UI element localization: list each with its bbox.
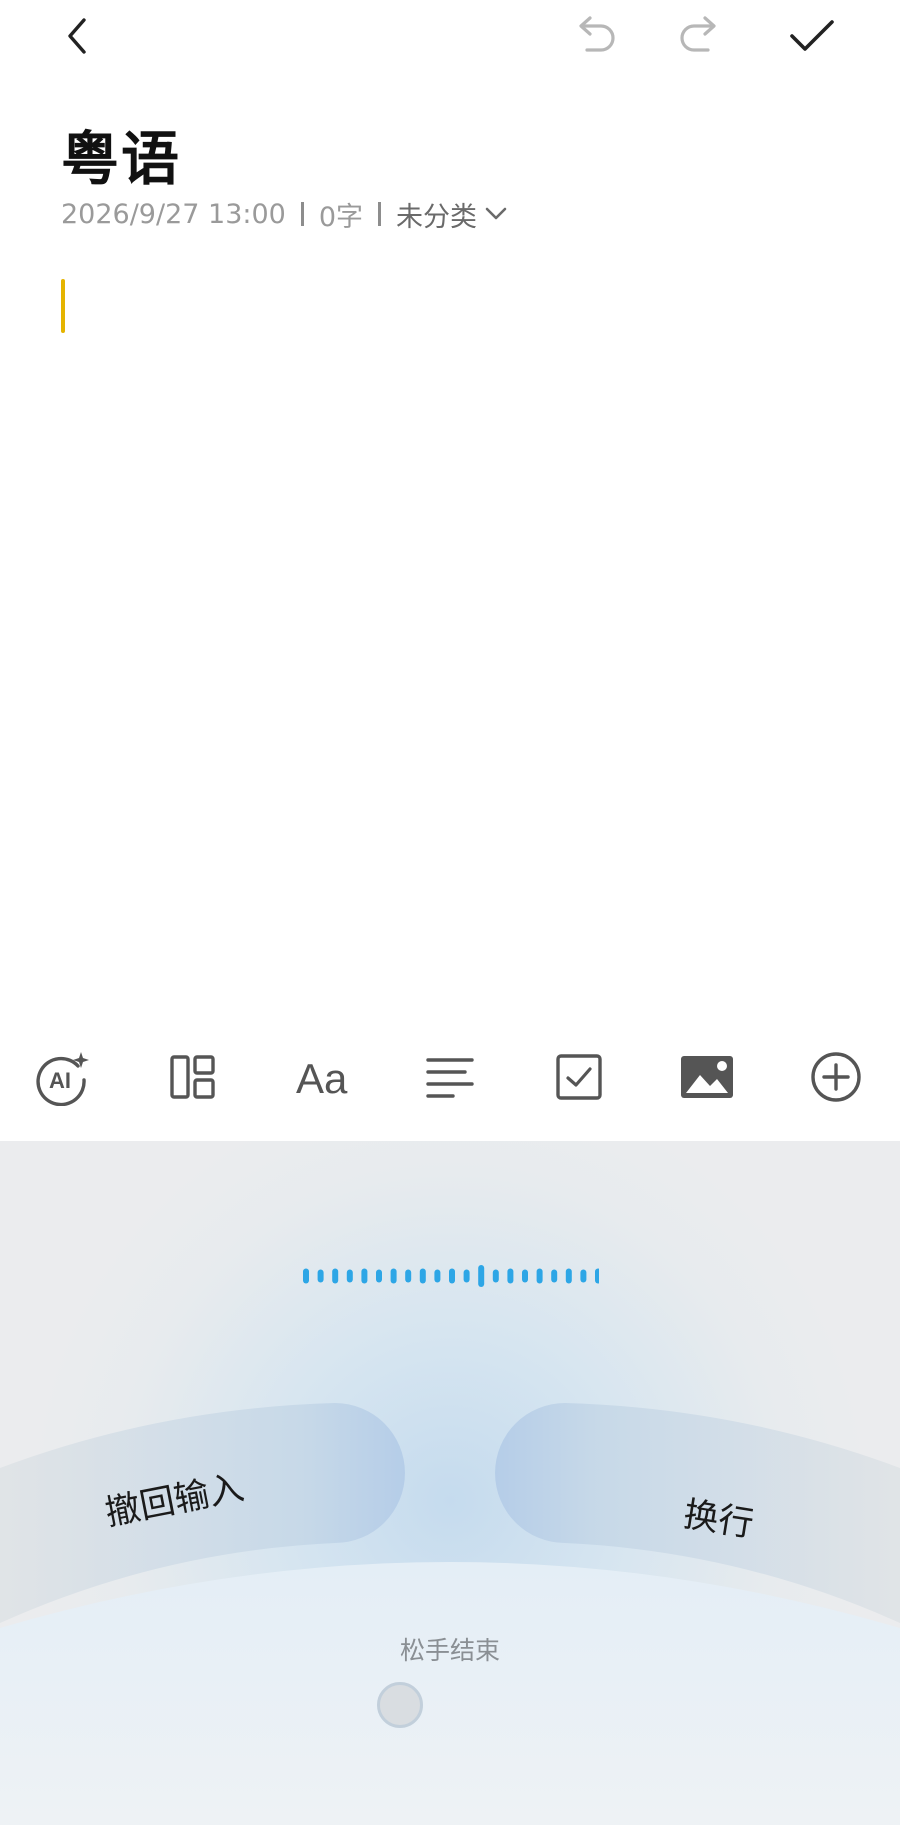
word-count: 0字 bbox=[318, 201, 364, 233]
more-insert-button[interactable] bbox=[803, 1045, 869, 1109]
paragraph-align-button[interactable] bbox=[417, 1045, 483, 1109]
font-icon-text: Aa bbox=[296, 1055, 348, 1102]
voice-record-indicator[interactable] bbox=[377, 1682, 423, 1728]
format-toolbar: AI Aa bbox=[0, 1030, 900, 1124]
note-editor-screen: 粤语 2026/9/27 13:00 0字 未分类 AI Aa 撤回输入 换行 … bbox=[0, 0, 900, 1825]
checklist-button[interactable] bbox=[546, 1045, 612, 1109]
done-button[interactable] bbox=[777, 6, 847, 66]
note-datetime: 2026/9/27 13:00 bbox=[61, 198, 286, 230]
waveform-bar bbox=[478, 1265, 485, 1287]
voice-waveform bbox=[303, 1265, 599, 1287]
voice-input-panel: 撤回输入 换行 松手结束 bbox=[0, 1141, 900, 1825]
meta-divider bbox=[300, 202, 304, 226]
waveform-bar bbox=[303, 1268, 309, 1284]
waveform-bar bbox=[346, 1269, 353, 1283]
waveform-bar bbox=[361, 1268, 368, 1284]
category-selector[interactable]: 未分类 bbox=[396, 195, 477, 234]
note-meta: 2026/9/27 13:00 0字 未分类 bbox=[61, 195, 507, 234]
waveform-bar bbox=[580, 1269, 587, 1283]
checkmark-icon bbox=[790, 20, 834, 51]
image-icon bbox=[681, 1056, 733, 1098]
font-format-icon: Aa bbox=[296, 1055, 348, 1102]
waveform-bar bbox=[434, 1269, 441, 1283]
waveform-bar bbox=[536, 1268, 543, 1284]
text-format-button[interactable]: Aa bbox=[289, 1045, 355, 1109]
waveform-bar bbox=[449, 1268, 455, 1284]
note-title[interactable]: 粤语 bbox=[61, 112, 181, 196]
insert-image-button[interactable] bbox=[674, 1045, 740, 1109]
waveform-bar bbox=[595, 1268, 599, 1284]
meta-divider bbox=[378, 202, 382, 226]
redo-button[interactable] bbox=[666, 6, 736, 66]
checkbox-icon bbox=[556, 1054, 602, 1100]
layout-button[interactable] bbox=[160, 1045, 226, 1109]
note-body-editor[interactable] bbox=[40, 260, 860, 1000]
ai-icon-text: AI bbox=[49, 1068, 71, 1093]
waveform-bar bbox=[376, 1269, 382, 1283]
waveform-bar bbox=[405, 1269, 412, 1283]
bottom-dome bbox=[0, 1562, 900, 1825]
text-caret bbox=[61, 279, 65, 333]
chevron-down-icon[interactable] bbox=[485, 207, 507, 221]
back-button[interactable] bbox=[42, 6, 112, 66]
release-to-end-hint: 松手结束 bbox=[399, 1636, 500, 1665]
layout-template-icon bbox=[170, 1055, 215, 1099]
waveform-bar bbox=[317, 1269, 324, 1283]
waveform-bar bbox=[522, 1269, 528, 1283]
waveform-bar bbox=[492, 1269, 499, 1283]
waveform-bar bbox=[463, 1269, 470, 1283]
redo-icon bbox=[680, 16, 716, 52]
ai-sparkle-icon: AI bbox=[36, 1052, 89, 1106]
newline-label: 换行 bbox=[680, 1494, 757, 1546]
ai-assistant-button[interactable]: AI bbox=[30, 1045, 96, 1109]
waveform-bar bbox=[419, 1268, 426, 1284]
waveform-bar bbox=[507, 1268, 514, 1284]
category-label: 未分类 bbox=[396, 201, 478, 233]
undo-icon bbox=[579, 16, 615, 52]
waveform-bar bbox=[390, 1268, 397, 1284]
waveform-bar bbox=[551, 1269, 558, 1283]
chevron-left-icon bbox=[68, 18, 86, 54]
waveform-bar bbox=[332, 1268, 339, 1284]
waveform-bar bbox=[565, 1268, 572, 1284]
top-bar bbox=[0, 0, 900, 80]
align-left-icon bbox=[426, 1058, 474, 1098]
plus-circle-icon bbox=[811, 1052, 861, 1102]
undo-button[interactable] bbox=[559, 6, 629, 66]
